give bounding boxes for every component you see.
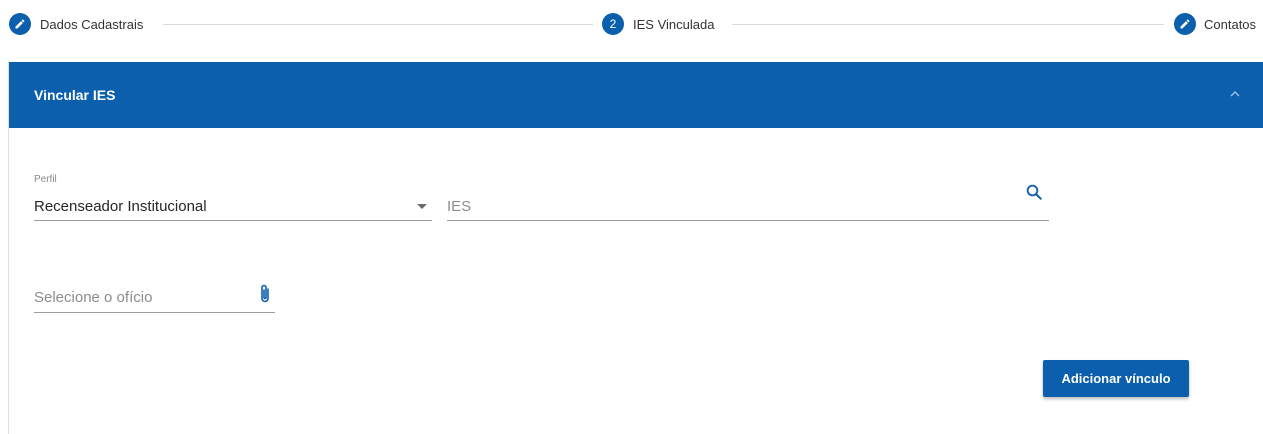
- vincular-ies-panel: Vincular IES Perfil Recenseador Instituc…: [8, 62, 1263, 434]
- paperclip-icon[interactable]: [258, 283, 272, 305]
- panel-title: Vincular IES: [34, 87, 116, 103]
- step-label: Dados Cadastrais: [40, 16, 144, 32]
- perfil-underline: [34, 220, 432, 221]
- adicionar-vinculo-button[interactable]: Adicionar vínculo: [1043, 360, 1189, 397]
- dropdown-arrow-icon[interactable]: [417, 204, 427, 209]
- step-label: Contatos: [1204, 16, 1257, 32]
- perfil-label: Perfil: [34, 174, 57, 185]
- step-contatos[interactable]: Contatos: [1174, 13, 1256, 35]
- stepper: Dados Cadastrais 2 IES Vinculada Contato…: [0, 0, 1263, 48]
- search-icon[interactable]: [1025, 183, 1043, 201]
- oficio-placeholder: Selecione o ofício: [34, 289, 153, 306]
- ies-underline: [447, 220, 1049, 221]
- step-connector: [732, 24, 1164, 25]
- step-connector: [163, 24, 593, 25]
- oficio-underline: [34, 312, 275, 313]
- step-label: IES Vinculada: [633, 16, 715, 32]
- panel-header[interactable]: Vincular IES: [9, 62, 1263, 128]
- step-number: 2: [602, 13, 624, 35]
- ies-placeholder: IES: [447, 198, 472, 215]
- chevron-up-icon[interactable]: [1229, 88, 1241, 100]
- step-dados-cadastrais[interactable]: Dados Cadastrais: [9, 13, 143, 35]
- edit-icon: [9, 13, 31, 35]
- step-ies-vinculada[interactable]: 2 IES Vinculada: [602, 13, 714, 35]
- perfil-value: Recenseador Institucional: [34, 198, 207, 215]
- edit-icon: [1174, 13, 1196, 35]
